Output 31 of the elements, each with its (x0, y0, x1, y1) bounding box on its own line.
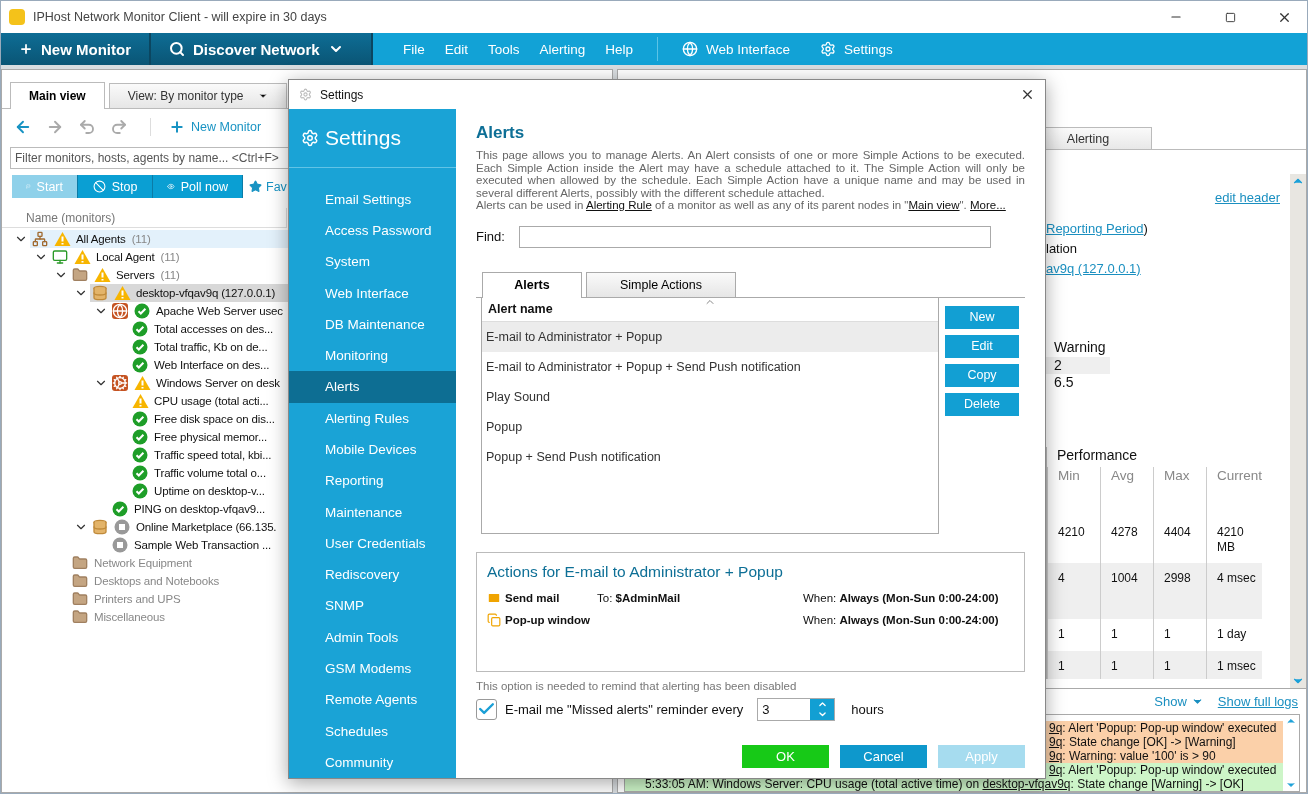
table-cell: 1 (1047, 651, 1100, 679)
unit-label: hours (851, 701, 884, 717)
actions-title: Actions for E-mail to Administrator + Popup (487, 562, 784, 581)
report-text: ) (1143, 221, 1148, 236)
section-heading: Alerts (476, 123, 526, 143)
description-text: This page allows you to manage Alerts. An Alert consists of one or more Simple Actions to be executed. Each Simple Action inside the Alert may have a schedule attached to it. The Simple Action will only be executed when allowed by the schedule. Each Simple Action have a unique name and may be used in several different Alerts, possibly with the different schedule attached. (476, 149, 1025, 199)
log-entry: 5:33:05 AM: Windows Server: CPU usage (total active time) on desktop-vfqav9q: State change [Warning] -> [OK] (625, 777, 1283, 791)
action-target: To: $AdminMail (597, 591, 681, 604)
performance-heading: Performance (1057, 447, 1139, 465)
table-cell: 1 (1100, 651, 1153, 679)
table-cell: 4 msec (1206, 563, 1262, 619)
action-schedule: When: Always (Mon-Sun 0:00-24:00) (803, 613, 1000, 626)
threshold-heading: Warning (1053, 339, 1107, 357)
report-text: lation (1046, 241, 1078, 256)
action-name: Send mail (505, 591, 560, 604)
find-label: Find: (476, 229, 505, 244)
table-cell: 1 msec (1206, 651, 1262, 679)
table-cell: 1004 (1100, 563, 1153, 619)
usage-text: Alerts can be used in Alerting Rule of a monitor as well as any of its parent nodes in "Main view". More... (476, 199, 1007, 212)
column-header: Name (monitors) (2, 208, 287, 228)
action-schedule: When: Always (Mon-Sun 0:00-24:00) (803, 591, 1000, 604)
checkbox-label: E-mail me "Missed alerts" reminder every (505, 701, 744, 717)
sidebar-title: Settings (325, 125, 401, 150)
table-cell: 4 (1047, 563, 1100, 619)
reminder-note: This option is needed to remind that alerting has been disabled (476, 679, 798, 692)
dialog-title: Settings (320, 87, 365, 102)
table-cell: 1 (1153, 651, 1206, 679)
action-name: Pop-up window (505, 613, 590, 626)
window-title: IPHost Network Monitor Client - will expire in 30 days (33, 10, 328, 24)
threshold-value: 2 (1046, 357, 1110, 374)
table-cell: 2998 (1153, 563, 1206, 619)
